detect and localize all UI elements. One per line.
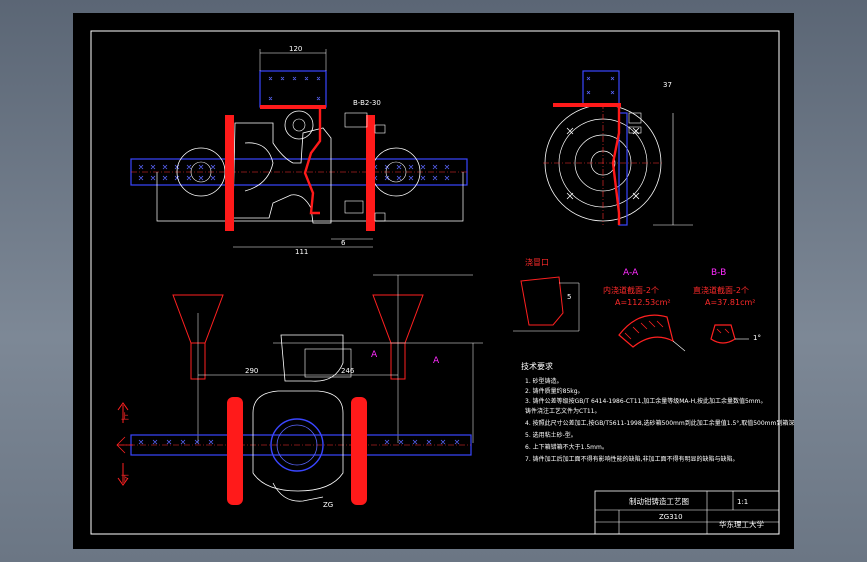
section-bb-title: B-B — [711, 268, 726, 278]
inner-sprue-label: 内浇道截面-2个 — [603, 285, 659, 295]
cross-runner-label: 直浇道截面-2个 — [693, 285, 749, 295]
label-bottom: 下 — [121, 474, 129, 483]
front-view — [130, 49, 468, 248]
tech-requirements-list: 1. 砂型铸造。 2. 铸件质量约85kg。 3. 铸件公差等级按GB/T 64… — [525, 377, 794, 463]
cross-runner-area: A=37.81cm² — [705, 298, 755, 307]
riser-dim: 5 — [567, 293, 571, 301]
tech-req-8: 7. 铸件加工后加工面不得有影响性能的缺陷,非加工面不得有明显的缺陷与缺陷。 — [525, 455, 739, 463]
tech-req-1: 1. 砂型铸造。 — [525, 377, 563, 385]
riser-title: 浇冒口 — [525, 257, 549, 267]
tech-requirements-title: 技术要求 — [521, 361, 553, 371]
dim-label-2: 111 — [295, 248, 308, 256]
section-bb-shape — [710, 324, 749, 344]
tech-req-4: 铸件浇注工艺文件为CT11。 — [525, 407, 601, 415]
dim-label-1: 120 — [289, 45, 302, 53]
tech-req-7: 6. 上下箱错箱不大于1.5mm。 — [525, 443, 608, 451]
title-block-scale: 1:1 — [737, 498, 748, 506]
gating-view — [116, 274, 483, 505]
title-block-name: 制动钳铸造工艺图 — [629, 496, 689, 506]
dim-label-5: 246 — [341, 367, 355, 375]
title-block-school: 华东理工大学 — [719, 519, 764, 529]
tech-req-3: 3. 铸件公差等级按GB/T 6414-1986-CT11,加工余量等级MA-H… — [525, 397, 767, 405]
section-bb-dim: 1° — [753, 334, 761, 342]
tech-req-5: 4. 按照此尺寸公差加工,按GB/T5611-1998,选砂箱500mm到此加工… — [525, 419, 794, 427]
title-block-material: ZG310 — [659, 513, 683, 521]
dim-label-3: 6 — [341, 239, 346, 247]
label-top: 上 — [121, 412, 129, 421]
tech-req-2: 2. 铸件质量约85kg。 — [525, 387, 584, 395]
side-view — [543, 70, 693, 226]
inner-sprue-area: A=112.53cm² — [615, 298, 671, 307]
section-marker-a1: A — [371, 350, 378, 360]
section-marker-a2: A — [433, 356, 440, 366]
drawing-sheet: 120 111 6 B-B2-30 37 上 下 A A 290 246 ZG … — [73, 13, 794, 549]
cad-drawing: 120 111 6 B-B2-30 37 上 下 A A 290 246 ZG … — [90, 30, 794, 535]
section-aa-shape — [618, 314, 686, 352]
section-label: B-B2-30 — [353, 99, 381, 107]
riser-detail — [513, 276, 580, 332]
tech-req-6: 5. 选用粘土砂-型。 — [525, 431, 577, 439]
dim-label-zg: ZG — [323, 501, 333, 509]
dim-label-4: 290 — [245, 367, 258, 375]
section-aa-title: A-A — [623, 268, 639, 278]
side-dim-label: 37 — [663, 81, 672, 89]
